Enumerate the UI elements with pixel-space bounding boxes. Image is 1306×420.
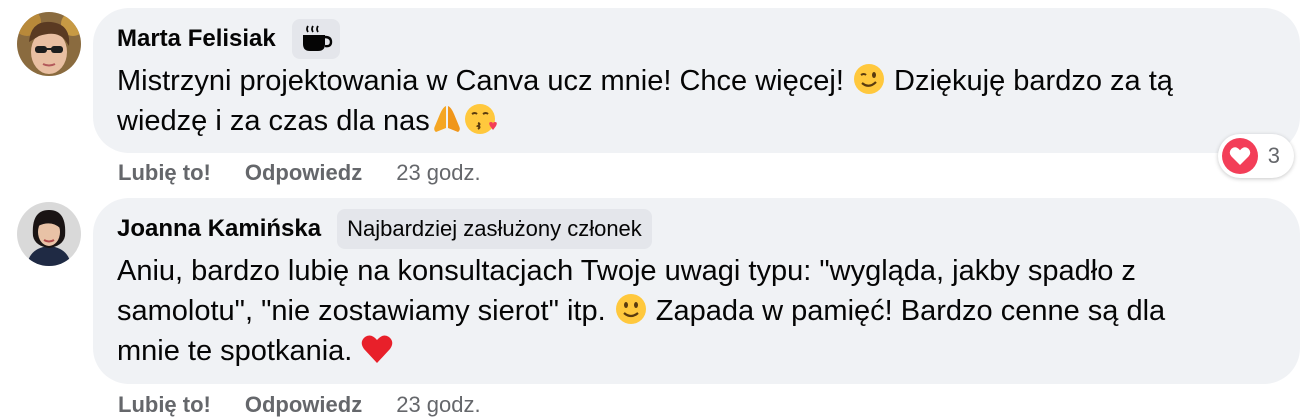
avatar[interactable] [17,12,81,76]
comment-actions: Lubię to! Odpowiedz 23 godz. [118,391,481,419]
heart-reaction-icon [1221,138,1258,174]
face-blowing-kiss-emoji [464,102,498,136]
folded-hands-emoji [430,102,464,136]
comment-actions: Lubię to! Odpowiedz 23 godz. [118,159,481,187]
member-badge[interactable]: Najbardziej zasłużony członek [337,209,652,249]
reply-button[interactable]: Odpowiedz [245,392,362,418]
comment-bubble: Marta Felisiak Mistrzyni projektowania w… [93,8,1300,153]
winking-face-emoji [852,62,886,96]
like-button[interactable]: Lubię to! [118,392,211,418]
timestamp[interactable]: 23 godz. [396,160,480,186]
comment-text: Mistrzyni projektowania w Canva ucz mnie… [117,61,1276,141]
comment-bubble: Joanna Kamińska Najbardziej zasłużony cz… [93,198,1300,384]
coffee-cup-icon[interactable] [291,19,340,59]
slightly-smiling-face-emoji [614,292,648,326]
red-heart-emoji [360,332,394,366]
reply-button[interactable]: Odpowiedz [245,160,362,186]
author-name[interactable]: Marta Felisiak [117,25,276,53]
like-button[interactable]: Lubię to! [118,160,211,186]
reaction-summary[interactable]: 3 [1217,134,1294,178]
timestamp[interactable]: 23 godz. [396,392,480,418]
author-name[interactable]: Joanna Kamińska [117,215,321,243]
reaction-count: 3 [1267,143,1280,168]
avatar[interactable] [17,202,81,266]
comment-text: Aniu, bardzo lubię na konsultacjach Twoj… [117,255,1166,367]
